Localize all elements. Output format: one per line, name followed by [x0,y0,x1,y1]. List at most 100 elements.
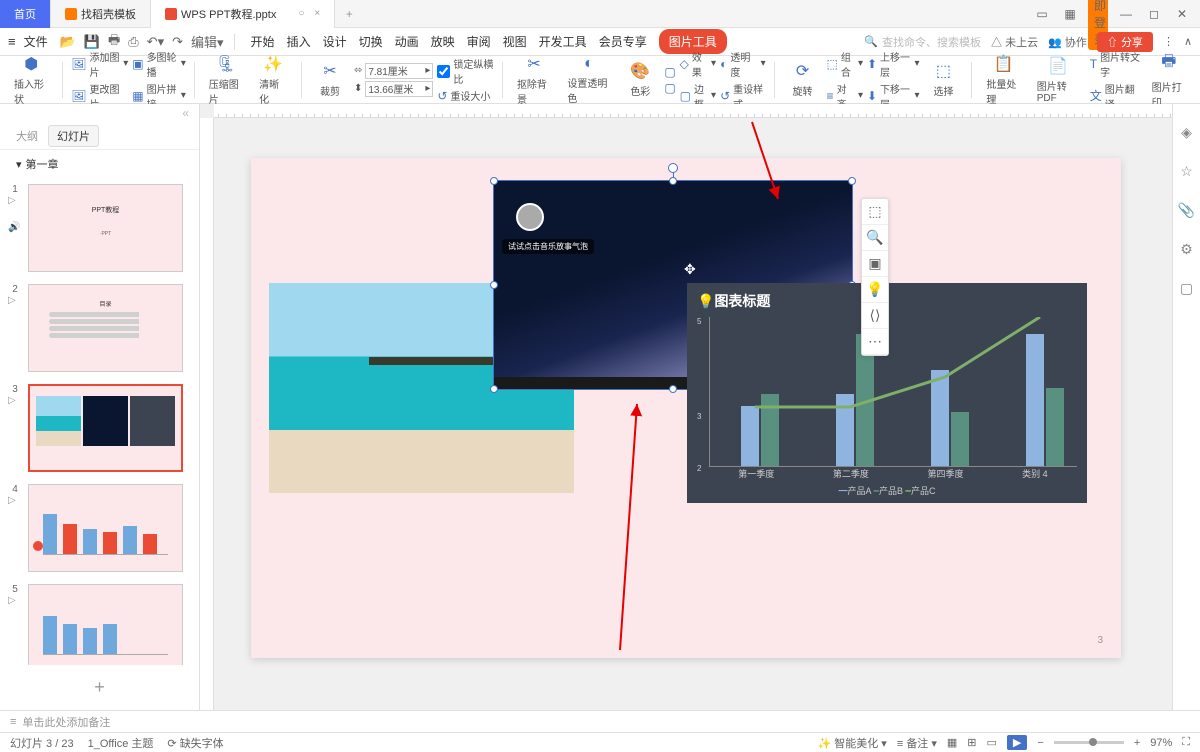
add-slide-button[interactable]: + [0,665,199,710]
side-settings-icon[interactable]: ⚙ [1180,241,1193,258]
zoom-in-icon[interactable]: + [1134,737,1140,749]
view-reading-icon[interactable]: ▭ [987,736,997,749]
menu-tab-insert[interactable]: 插入 [287,29,311,54]
save-icon[interactable]: 💾 [82,34,102,50]
float-embed-icon[interactable]: ⟨⟩ [862,303,888,329]
float-zoom-icon[interactable]: 🔍 [862,225,888,251]
resize-handle-s[interactable] [669,385,677,393]
window-close-icon[interactable]: ✕ [1172,7,1192,21]
ribbon-set-transparent[interactable]: ◐设置透明色 [561,55,616,105]
side-clip-icon[interactable]: 📎 [1178,202,1195,219]
thumb-slide-4[interactable] [28,484,183,572]
ribbon-add-image[interactable]: 🖼添加图片▾ [71,49,128,79]
panel-collapse-icon[interactable]: « [0,104,199,122]
ribbon-compress[interactable]: 🗜压缩图片 [203,54,249,106]
ribbon-transparency[interactable]: ◐透明度▾ [720,49,766,79]
ribbon-preset1[interactable]: ▢ [664,65,675,79]
chapter-header[interactable]: ▾ 第一章 [0,150,199,178]
ribbon-clarity[interactable]: ✨清晰化 [253,54,293,106]
ribbon-crop[interactable]: ✂裁剪 [310,61,350,98]
thumb-slide-3[interactable] [28,384,183,472]
status-theme[interactable]: 1_Office 主题 [88,735,154,751]
side-presenter-icon[interactable]: ▢ [1180,280,1193,297]
ribbon-select[interactable]: ⬚选择 [923,61,963,98]
resize-handle-w[interactable] [490,281,498,289]
thumb-slide-5[interactable] [28,584,183,665]
status-beautify[interactable]: ✨ 智能美化 ▾ [817,735,886,751]
thumb-slide-1[interactable]: PPT教程 ·PPT [28,184,183,272]
preview-icon[interactable]: ⎙ [126,34,140,50]
menu-tab-start[interactable]: 开始 [251,29,275,54]
view-normal-icon[interactable]: ▦ [947,736,957,749]
undo-icon[interactable]: ↶▾ [145,34,166,50]
resize-handle-nw[interactable] [490,177,498,185]
zoom-level[interactable]: 97% [1150,737,1172,749]
float-crop-icon[interactable]: ▣ [862,251,888,277]
open-icon[interactable]: 📂 [58,34,78,50]
zoom-fit-icon[interactable]: ⛶ [1182,736,1190,749]
more-icon[interactable]: ⋮ [1163,35,1174,48]
window-restore-icon[interactable]: ◻ [1144,7,1164,21]
ribbon-multi-outline[interactable]: ▣多图轮播▾ [132,49,186,79]
status-missing-font[interactable]: ⟳ 缺失字体 [167,735,223,751]
zoom-out-icon[interactable]: − [1037,737,1043,749]
menu-tab-review[interactable]: 审阅 [467,29,491,54]
window-minimize-icon[interactable]: — [1116,7,1136,21]
ribbon-move-up[interactable]: ⬆上移一层▾ [867,49,920,79]
tab-doc-x-icon[interactable]: × [314,8,320,19]
status-comment[interactable]: ≡ 备注 ▾ [897,735,937,751]
redo-icon[interactable]: ↷ [170,34,185,50]
ribbon-print[interactable]: 🖶图片打印 [1146,50,1192,109]
view-slideshow-icon[interactable]: ▶ [1007,735,1027,750]
side-style-icon[interactable]: ◈ [1181,124,1192,141]
grid1-icon[interactable]: ▭ [1032,7,1052,21]
ribbon-to-pdf[interactable]: 📄图片转PDF [1031,56,1086,104]
expand-icon[interactable]: ∧ [1184,35,1192,48]
ribbon-reset-size[interactable]: ↺重设大小 [437,88,494,103]
resize-handle-ne[interactable] [848,177,856,185]
notes-bar[interactable]: ≡ 单击此处添加备注 [0,710,1200,732]
tab-document[interactable]: WPS PPT教程.pptx ○ × [151,0,335,28]
ribbon-rotate[interactable]: ⟳旋转 [783,61,823,98]
menu-tab-devtools[interactable]: 开发工具 [539,29,587,54]
ribbon-width[interactable]: ⬄ 7.81厘米▸ [354,63,433,79]
add-tab-button[interactable]: + [335,7,363,21]
zoom-slider[interactable] [1054,741,1124,744]
ribbon-preset2[interactable]: ▢ [664,81,675,95]
float-layers-icon[interactable]: ⬚ [862,199,888,225]
tab-doc-close-icon[interactable]: ○ [298,8,304,19]
ribbon-insert-shape[interactable]: ⬢插入形状 [8,54,54,106]
menu-tab-slideshow[interactable]: 放映 [431,29,455,54]
coop-button[interactable]: 👥 协作 [1048,34,1087,50]
float-idea-icon[interactable]: 💡 [862,277,888,303]
resize-handle-n[interactable] [669,177,677,185]
command-search[interactable]: 🔍 查找命令、搜索模板 [864,34,981,50]
slide-canvas[interactable]: 试试点击音乐放事气泡 ✥ 10:23 💡图表标题 5 32 [251,158,1121,658]
resize-handle-sw[interactable] [490,385,498,393]
float-more-icon[interactable]: ⋯ [862,329,888,355]
menu-tab-view[interactable]: 视图 [503,29,527,54]
ribbon-color[interactable]: 🎨色彩 [620,61,660,98]
menu-tab-design[interactable]: 设计 [323,29,347,54]
panel-tab-slides[interactable]: 幻灯片 [48,125,99,147]
menu-file[interactable]: 文件 [24,33,48,50]
thumb-slide-2[interactable]: 目录 [28,284,183,372]
menu-tab-animation[interactable]: 动画 [395,29,419,54]
tab-home[interactable]: 首页 [0,0,51,28]
side-animation-icon[interactable]: ☆ [1180,163,1193,180]
menu-tab-transition[interactable]: 切换 [359,29,383,54]
ribbon-combine[interactable]: ⬚组合▾ [827,49,863,79]
ribbon-to-text[interactable]: T图片转文字 [1090,49,1142,79]
menu-edit[interactable]: 编辑▾ [189,32,226,51]
tab-templates[interactable]: 找稻壳模板 [51,0,151,28]
ribbon-effect[interactable]: ◇效果▾ [680,49,716,79]
ribbon-batch[interactable]: 📋批量处理 [980,54,1026,106]
menu-tab-member[interactable]: 会员专享 [599,29,647,54]
cloud-status[interactable]: △ 未上云 [991,34,1038,50]
rotate-handle[interactable] [668,163,678,173]
ribbon-remove-bg[interactable]: ✂抠除背景 [511,54,557,106]
hamburger-icon[interactable]: ≡ [8,34,16,49]
view-sorter-icon[interactable]: ⊞ [967,736,976,749]
grid2-icon[interactable]: ▦ [1060,7,1080,21]
editor-canvas[interactable]: 试试点击音乐放事气泡 ✥ 10:23 💡图表标题 5 32 [200,104,1172,710]
